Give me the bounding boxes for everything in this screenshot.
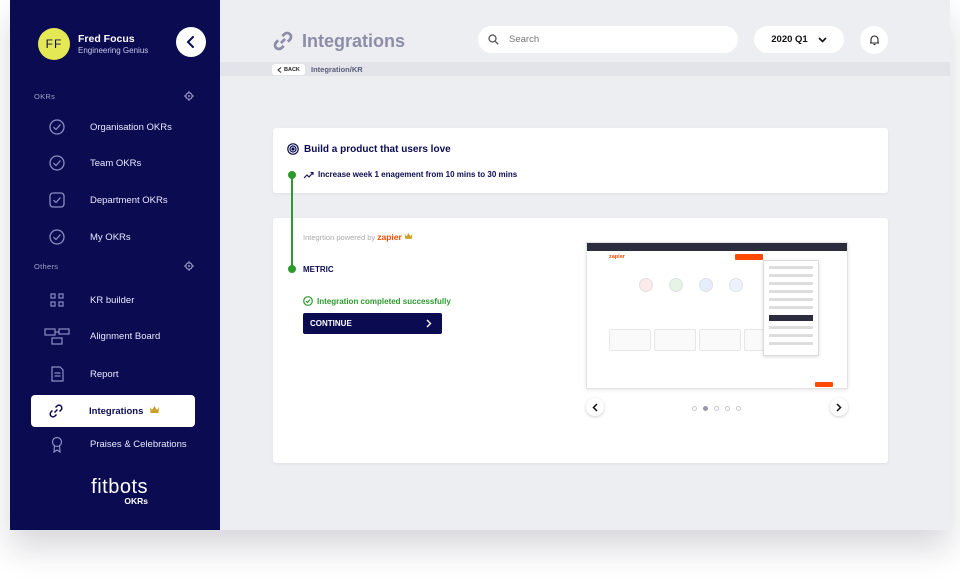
collapse-sidebar-button[interactable] — [176, 27, 206, 57]
sidebar-item-label: Praises & Celebrations — [90, 438, 187, 450]
sidebar-item-label: Alignment Board — [90, 330, 161, 342]
check-circle-icon — [44, 227, 70, 247]
back-label: BACK — [284, 66, 300, 73]
notifications-button[interactable] — [860, 26, 888, 54]
crown-icon — [149, 405, 160, 417]
powered-by: Integrtion powered by zapier — [303, 232, 413, 242]
sidebar-item-organisation-okrs[interactable]: Organisation OKRs — [32, 111, 196, 143]
sidebar-item-label: Integrations — [89, 405, 144, 417]
chevron-left-icon — [592, 402, 598, 412]
sidebar-item-integrations[interactable]: Integrations — [31, 395, 195, 427]
medal-icon — [44, 434, 70, 454]
sidebar-item-label: Report — [90, 368, 119, 380]
target-icon — [287, 143, 299, 155]
user-role: Engineering Genius — [78, 46, 149, 55]
metric-label: METRIC — [303, 265, 334, 274]
timeline-connector — [291, 175, 293, 269]
trending-up-icon — [303, 171, 314, 178]
sidebar-item-team-okrs[interactable]: Team OKRs — [32, 147, 196, 179]
sidebar-item-praises[interactable]: Praises & Celebrations — [32, 428, 196, 460]
timeline-dot-kr — [288, 171, 296, 179]
timeline-dot-metric — [288, 265, 296, 273]
hierarchy-icon — [44, 326, 70, 346]
success-text: Integration completed successfully — [317, 296, 451, 306]
avatar: FF — [38, 28, 70, 60]
carousel-dots — [692, 406, 747, 411]
sidebar-item-my-okrs[interactable]: My OKRs — [32, 221, 196, 253]
sidebar-item-label: KR builder — [90, 294, 135, 306]
user-profile[interactable]: FF Fred Focus Engineering Genius — [38, 28, 148, 60]
sidebar-item-label: Department OKRs — [90, 194, 168, 206]
document-icon — [44, 364, 70, 384]
gear-icon[interactable] — [184, 91, 194, 101]
objective-card: Build a product that users love Increase… — [273, 128, 888, 193]
user-name: Fred Focus — [78, 33, 135, 45]
carousel-dot[interactable] — [725, 406, 730, 411]
search-bar[interactable] — [478, 26, 738, 53]
bell-icon — [869, 35, 879, 46]
crown-icon — [404, 233, 413, 239]
zapier-logo: zapier — [377, 232, 402, 242]
grid-icon — [44, 290, 70, 310]
continue-label: CONTINUE — [310, 319, 352, 328]
sidebar-item-report[interactable]: Report — [32, 358, 196, 390]
link-icon — [273, 31, 293, 51]
success-message: Integration completed successfully — [303, 296, 451, 306]
fitbots-logo: fitbots OKRs — [76, 476, 148, 506]
sidebar-item-alignment-board[interactable]: Alignment Board — [32, 320, 196, 352]
page-header: Integrations — [272, 30, 405, 52]
link-icon — [43, 401, 69, 421]
chevron-left-icon — [186, 36, 194, 48]
carousel-dot[interactable] — [692, 406, 697, 411]
search-input[interactable] — [509, 34, 709, 45]
breadcrumb: Integration/KR — [311, 65, 363, 74]
section-others: Others — [34, 262, 59, 271]
continue-button[interactable]: CONTINUE — [303, 313, 442, 334]
powered-by-label: Integrtion powered by — [303, 233, 376, 242]
chevron-right-icon — [426, 319, 432, 328]
carousel-dot[interactable] — [703, 406, 708, 411]
sidebar-item-label: My OKRs — [90, 231, 131, 243]
section-okrs: OKRs — [34, 92, 56, 101]
page-title: Integrations — [302, 30, 406, 51]
carousel-dot[interactable] — [714, 406, 719, 411]
check-square-icon — [44, 190, 70, 210]
search-icon — [488, 34, 499, 45]
carousel-next-button[interactable] — [830, 398, 848, 416]
zapier-mini-logo: zapier — [609, 254, 625, 260]
carousel-prev-button[interactable] — [586, 398, 604, 416]
sidebar: FF Fred Focus Engineering Genius OKRs Or… — [10, 0, 220, 530]
app-window: FF Fred Focus Engineering Genius OKRs Or… — [10, 0, 950, 530]
check-circle-icon — [303, 296, 313, 306]
check-circle-icon — [44, 153, 70, 173]
sidebar-item-kr-builder[interactable]: KR builder — [32, 284, 196, 316]
sidebar-item-label: Organisation OKRs — [90, 121, 172, 133]
back-button[interactable]: BACK — [272, 64, 305, 75]
gear-icon[interactable] — [184, 261, 194, 271]
carousel-dot[interactable] — [736, 406, 741, 411]
objective-title: Build a product that users love — [304, 143, 451, 155]
chevron-right-icon — [836, 402, 842, 412]
key-result-title: Increase week 1 enagement from 10 mins t… — [318, 170, 518, 179]
chevron-down-icon — [818, 36, 827, 43]
sidebar-item-department-okrs[interactable]: Department OKRs — [32, 184, 196, 216]
sidebar-item-label: Team OKRs — [90, 157, 142, 169]
carousel-slide-image: zapier — [586, 242, 848, 389]
period-label: 2020 Q1 — [771, 34, 808, 45]
chevron-left-icon — [277, 66, 282, 73]
check-circle-icon — [44, 117, 70, 137]
period-selector[interactable]: 2020 Q1 — [754, 26, 844, 53]
